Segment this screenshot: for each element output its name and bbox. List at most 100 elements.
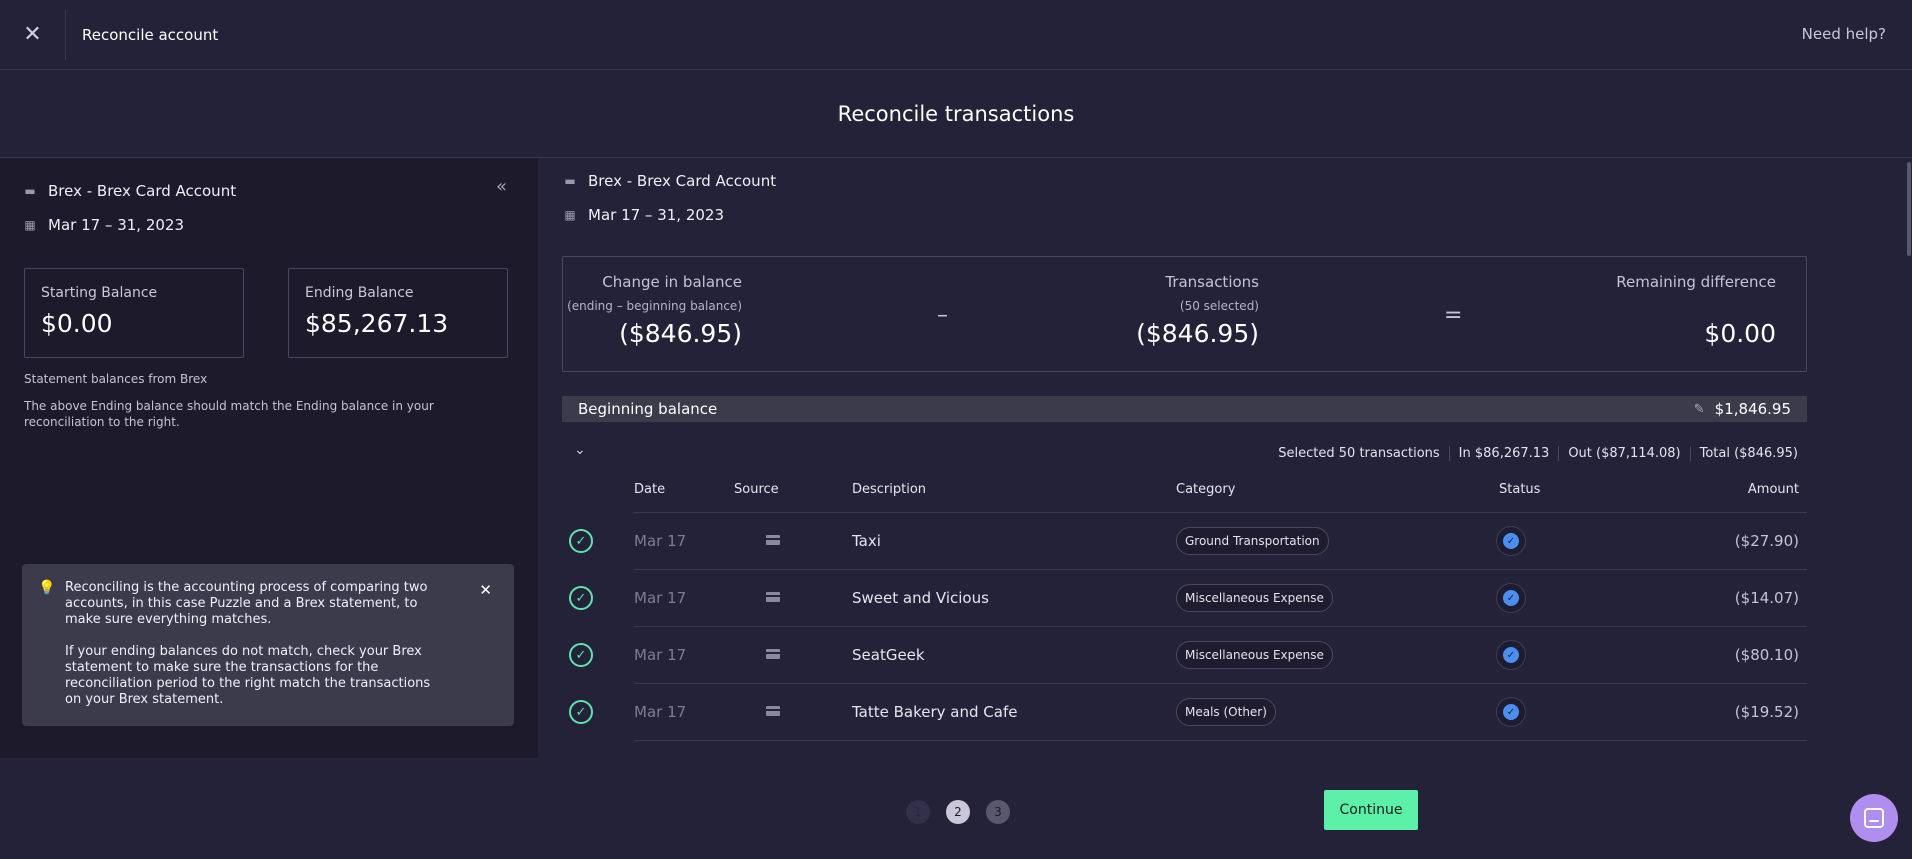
selected-check-icon[interactable]: ✓ xyxy=(569,586,593,610)
status-check-icon: ✓ xyxy=(1503,647,1519,663)
step-2[interactable]: 2 xyxy=(946,800,970,824)
table-row[interactable]: ✓ Mar 17 Sweet and Vicious Miscellaneous… xyxy=(562,570,1807,627)
status-icon[interactable]: ✓ xyxy=(1496,697,1526,727)
statement-account-label: Brex - Brex Card Account xyxy=(48,182,237,200)
table-row[interactable]: ✓ Mar 17 Tatte Bakery and Cafe Meals (Ot… xyxy=(562,684,1807,741)
calendar-icon: ▦ xyxy=(564,208,576,222)
close-tip-icon[interactable]: ✕ xyxy=(479,582,492,598)
status-check-icon: ✓ xyxy=(1503,590,1519,606)
card-source-icon xyxy=(766,649,780,659)
col-amount[interactable]: Amount xyxy=(1748,482,1799,497)
category-pill[interactable]: Meals (Other) xyxy=(1176,698,1276,726)
change-sub: (ending – beginning balance) xyxy=(567,299,742,313)
transactions-label: Transactions xyxy=(1165,273,1259,291)
row-description: Sweet and Vicious xyxy=(852,589,989,607)
card-icon: ▬ xyxy=(24,184,36,198)
col-source[interactable]: Source xyxy=(734,482,779,497)
statement-period-label: Mar 17 – 31, 2023 xyxy=(48,216,184,234)
table-row[interactable]: ✓ Mar 17 Taxi Ground Transportation ✓ ($… xyxy=(562,513,1807,570)
selected-check-icon[interactable]: ✓ xyxy=(569,643,593,667)
scrollbar-thumb[interactable] xyxy=(1907,162,1911,256)
row-description: SeatGeek xyxy=(852,646,925,664)
category-pill[interactable]: Miscellaneous Expense xyxy=(1176,641,1333,669)
status-check-icon: ✓ xyxy=(1503,704,1519,720)
beginning-balance-label: Beginning balance xyxy=(578,400,718,418)
footer: 1 2 3 Continue xyxy=(0,758,1912,859)
starting-balance-value: $0.00 xyxy=(41,309,113,338)
transactions-total: Transactions (50 selected) ($846.95) xyxy=(1136,273,1259,348)
row-divider xyxy=(634,740,1807,741)
step-3[interactable]: 3 xyxy=(986,800,1010,824)
selection-total: Total ($846.95) xyxy=(1689,446,1807,461)
selected-check-icon[interactable]: ✓ xyxy=(569,700,593,724)
col-description[interactable]: Description xyxy=(852,482,926,497)
selection-summary: Selected 50 transactions In $86,267.13 O… xyxy=(1269,446,1807,461)
statement-panel: ▬ Brex - Brex Card Account ▦ Mar 17 – 31… xyxy=(0,158,538,758)
reconcile-period-label: Mar 17 – 31, 2023 xyxy=(588,206,724,224)
ending-balance-box: Ending Balance $85,267.13 xyxy=(288,268,508,358)
row-date: Mar 17 xyxy=(634,589,687,607)
beginning-balance-bar: Beginning balance ✎ $1,846.95 xyxy=(562,396,1807,422)
row-date: Mar 17 xyxy=(634,646,687,664)
need-help-link[interactable]: Need help? xyxy=(1802,25,1886,43)
starting-balance-box: Starting Balance $0.00 xyxy=(24,268,244,358)
statement-period: ▦ Mar 17 – 31, 2023 xyxy=(22,216,184,234)
row-amount: ($80.10) xyxy=(1734,646,1799,664)
selected-count: Selected 50 transactions xyxy=(1278,446,1440,461)
col-date[interactable]: Date xyxy=(634,482,665,497)
row-date: Mar 17 xyxy=(634,532,687,550)
top-bar: ✕ Reconcile account Need help? xyxy=(0,0,1912,70)
starting-balance-label: Starting Balance xyxy=(41,285,158,301)
status-check-icon: ✓ xyxy=(1503,533,1519,549)
statement-source-note: Statement balances from Brex xyxy=(24,372,208,386)
scrollbar[interactable] xyxy=(1906,158,1912,758)
card-source-icon xyxy=(766,706,780,716)
status-icon[interactable]: ✓ xyxy=(1496,526,1526,556)
collapse-panel-icon[interactable]: « xyxy=(496,176,507,197)
ending-balance-value: $85,267.13 xyxy=(305,309,449,338)
calendar-icon: ▦ xyxy=(24,218,36,232)
card-source-icon xyxy=(766,535,780,545)
row-amount: ($14.07) xyxy=(1734,589,1799,607)
status-icon[interactable]: ✓ xyxy=(1496,640,1526,670)
selected-check-icon[interactable]: ✓ xyxy=(569,529,593,553)
reconcile-period: ▦ Mar 17 – 31, 2023 xyxy=(562,206,724,224)
remaining-difference: Remaining difference $0.00 xyxy=(1616,273,1776,348)
statement-account: ▬ Brex - Brex Card Account xyxy=(22,182,236,200)
reconcile-tip: 💡 ✕ Reconciling is the accounting proces… xyxy=(22,564,514,726)
category-pill[interactable]: Ground Transportation xyxy=(1176,527,1329,555)
chat-support-icon[interactable] xyxy=(1850,794,1898,842)
transactions-value: ($846.95) xyxy=(1136,319,1259,348)
col-category[interactable]: Category xyxy=(1176,482,1235,497)
row-amount: ($19.52) xyxy=(1734,703,1799,721)
change-in-balance: Change in balance (ending – beginning ba… xyxy=(567,273,742,348)
equals-sign: = xyxy=(1444,303,1463,328)
chevron-down-icon[interactable]: ⌄ xyxy=(574,442,586,458)
edit-icon[interactable]: ✎ xyxy=(1694,402,1705,417)
money-in: In $86,267.13 xyxy=(1448,446,1559,461)
transactions-sub: (50 selected) xyxy=(1179,299,1259,313)
minus-sign: – xyxy=(937,303,948,328)
page-title: Reconcile transactions xyxy=(0,70,1912,158)
row-description: Taxi xyxy=(852,532,881,550)
status-icon[interactable]: ✓ xyxy=(1496,583,1526,613)
close-icon[interactable]: ✕ xyxy=(0,9,66,60)
balance-summary: Change in balance (ending – beginning ba… xyxy=(562,256,1807,372)
col-status[interactable]: Status xyxy=(1499,482,1540,497)
tip-paragraph-1: Reconciling is the accounting process of… xyxy=(65,580,428,627)
step-1[interactable]: 1 xyxy=(906,800,930,824)
row-amount: ($27.90) xyxy=(1734,532,1799,550)
row-description: Tatte Bakery and Cafe xyxy=(852,703,1018,721)
lightbulb-icon: 💡 xyxy=(38,580,56,596)
ending-balance-label: Ending Balance xyxy=(305,285,414,301)
continue-button[interactable]: Continue xyxy=(1324,790,1418,830)
table-row[interactable]: ✓ Mar 17 SeatGeek Miscellaneous Expense … xyxy=(562,627,1807,684)
window-title: Reconcile account xyxy=(82,25,219,44)
category-pill[interactable]: Miscellaneous Expense xyxy=(1176,584,1333,612)
remaining-value: $0.00 xyxy=(1704,319,1776,348)
reconcile-account: ▬ Brex - Brex Card Account xyxy=(562,172,776,190)
card-icon: ▬ xyxy=(564,174,576,188)
tip-paragraph-2: If your ending balances do not match, ch… xyxy=(65,644,431,707)
row-date: Mar 17 xyxy=(634,703,687,721)
beginning-balance-value: $1,846.95 xyxy=(1714,400,1791,418)
